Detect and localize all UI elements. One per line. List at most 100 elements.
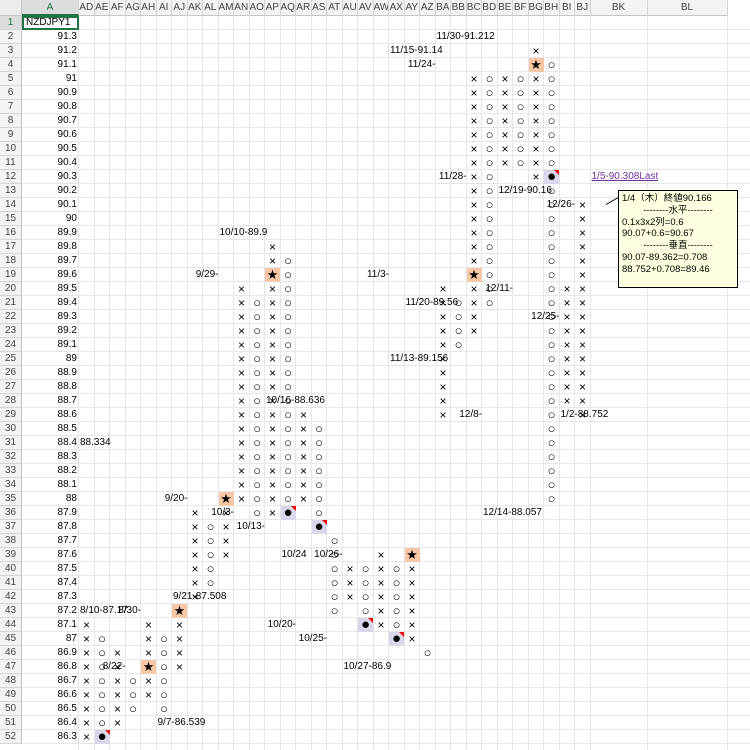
x-mark[interactable]: × [498, 114, 513, 128]
o-mark[interactable]: ○ [250, 464, 265, 478]
column-header-bi[interactable]: BI [559, 0, 575, 16]
x-mark[interactable]: × [498, 142, 513, 156]
x-mark[interactable]: × [405, 618, 420, 632]
x-mark[interactable]: × [265, 436, 280, 450]
price-cell[interactable]: 91.1 [22, 58, 79, 72]
x-mark[interactable]: × [374, 590, 389, 604]
x-mark[interactable]: × [467, 310, 482, 324]
row-header-29[interactable]: 29 [0, 408, 22, 422]
column-header-bk[interactable]: BK [590, 0, 648, 16]
o-mark[interactable]: ○ [544, 240, 559, 254]
column-header-al[interactable]: AL [203, 0, 219, 16]
price-cell[interactable]: 91.3 [22, 30, 79, 44]
row-header-17[interactable]: 17 [0, 240, 22, 254]
o-mark[interactable]: ○ [250, 380, 265, 394]
o-mark[interactable]: ○ [126, 674, 141, 688]
x-mark[interactable]: × [265, 506, 280, 520]
select-all-corner[interactable] [0, 0, 22, 16]
o-mark[interactable]: ○ [544, 268, 559, 282]
row-header-42[interactable]: 42 [0, 590, 22, 604]
o-mark[interactable]: ○ [281, 478, 296, 492]
row-header-26[interactable]: 26 [0, 366, 22, 380]
x-mark[interactable]: × [188, 562, 203, 576]
price-cell[interactable]: 91 [22, 72, 79, 86]
o-mark[interactable]: ○ [312, 436, 327, 450]
o-mark[interactable]: ○ [281, 268, 296, 282]
star-marker[interactable]: ★ [172, 604, 187, 618]
o-mark[interactable]: ○ [544, 464, 559, 478]
x-mark[interactable]: × [575, 338, 590, 352]
o-mark[interactable]: ○ [358, 576, 373, 590]
o-mark[interactable]: ○ [95, 702, 110, 716]
star-marker[interactable]: ★ [404, 548, 420, 562]
x-mark[interactable]: × [172, 646, 187, 660]
column-header-ao[interactable]: AO [249, 0, 265, 16]
column-header-bg[interactable]: BG [528, 0, 544, 16]
x-mark[interactable]: × [79, 632, 94, 646]
x-mark[interactable]: × [467, 100, 482, 114]
x-mark[interactable]: × [141, 646, 156, 660]
row-header-3[interactable]: 3 [0, 44, 22, 58]
row-header-33[interactable]: 33 [0, 464, 22, 478]
x-mark[interactable]: × [234, 394, 249, 408]
row-header-1[interactable]: 1 [0, 16, 22, 30]
x-mark[interactable]: × [343, 562, 358, 576]
column-header-af[interactable]: AF [110, 0, 126, 16]
column-header-av[interactable]: AV [358, 0, 374, 16]
row-header-48[interactable]: 48 [0, 674, 22, 688]
price-cell[interactable]: 89.6 [22, 268, 79, 282]
row-header-43[interactable]: 43 [0, 604, 22, 618]
row-header-21[interactable]: 21 [0, 296, 22, 310]
o-mark[interactable]: ○ [281, 422, 296, 436]
x-mark[interactable]: × [343, 576, 358, 590]
x-mark[interactable]: × [529, 156, 544, 170]
price-cell[interactable]: 90.4 [22, 156, 79, 170]
column-header-be[interactable]: BE [497, 0, 513, 16]
column-header-bc[interactable]: BC [466, 0, 482, 16]
column-header-ah[interactable]: AH [141, 0, 157, 16]
column-header-as[interactable]: AS [311, 0, 327, 16]
o-mark[interactable]: ○ [250, 436, 265, 450]
o-mark[interactable]: ○ [203, 576, 218, 590]
dot-marker[interactable]: ● [311, 519, 327, 534]
column-header-aj[interactable]: AJ [172, 0, 188, 16]
o-mark[interactable]: ○ [544, 86, 559, 100]
column-header-ak[interactable]: AK [187, 0, 203, 16]
row-header-41[interactable]: 41 [0, 576, 22, 590]
o-mark[interactable]: ○ [482, 268, 497, 282]
column-header-ba[interactable]: BA [435, 0, 451, 16]
x-mark[interactable]: × [172, 618, 187, 632]
price-cell[interactable]: 90.6 [22, 128, 79, 142]
x-mark[interactable]: × [575, 380, 590, 394]
column-header-ar[interactable]: AR [296, 0, 312, 16]
o-mark[interactable]: ○ [513, 142, 528, 156]
x-mark[interactable]: × [436, 310, 451, 324]
row-header-38[interactable]: 38 [0, 534, 22, 548]
o-mark[interactable]: ○ [327, 562, 342, 576]
x-mark[interactable]: × [234, 310, 249, 324]
x-mark[interactable]: × [110, 702, 125, 716]
x-mark[interactable]: × [265, 380, 280, 394]
x-mark[interactable]: × [265, 408, 280, 422]
row-header-51[interactable]: 51 [0, 716, 22, 730]
x-mark[interactable]: × [265, 366, 280, 380]
column-header-bb[interactable]: BB [451, 0, 467, 16]
x-mark[interactable]: × [234, 436, 249, 450]
x-mark[interactable]: × [234, 366, 249, 380]
x-mark[interactable]: × [265, 464, 280, 478]
column-header-ag[interactable]: AG [125, 0, 141, 16]
row-header-37[interactable]: 37 [0, 520, 22, 534]
x-mark[interactable]: × [296, 464, 311, 478]
price-cell[interactable]: 91.2 [22, 44, 79, 58]
x-mark[interactable]: × [467, 212, 482, 226]
x-mark[interactable]: × [219, 548, 234, 562]
star-marker[interactable]: ★ [218, 492, 234, 506]
x-mark[interactable]: × [172, 632, 187, 646]
x-mark[interactable]: × [79, 674, 94, 688]
o-mark[interactable]: ○ [544, 226, 559, 240]
column-header-bh[interactable]: BH [544, 0, 560, 16]
active-cell-a1[interactable]: NZDJPY1 [22, 16, 79, 30]
x-mark[interactable]: × [529, 142, 544, 156]
o-mark[interactable]: ○ [482, 170, 497, 184]
x-mark[interactable]: × [560, 352, 575, 366]
